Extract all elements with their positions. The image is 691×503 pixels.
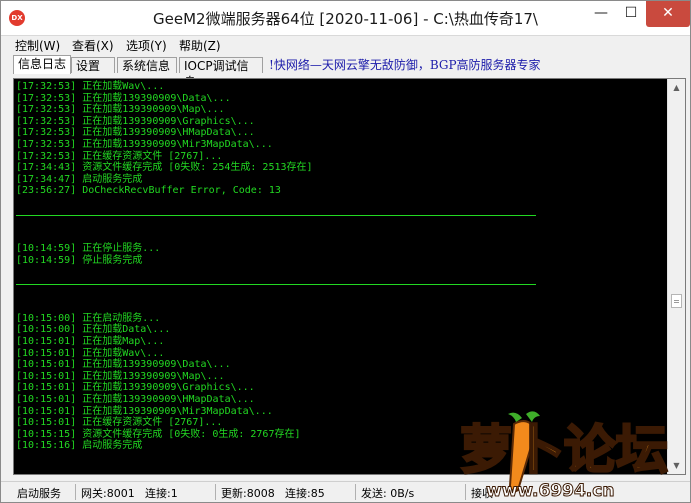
log-line: [10:15:01] 正在加载139390909\Data\... bbox=[16, 359, 231, 371]
log-line: [10:15:00] 正在加载Data\... bbox=[16, 324, 171, 336]
log-line: [10:15:00] 正在启动服务... bbox=[16, 312, 161, 324]
tab-strip: 信息日志 设置 系统信息 IOCP调试信息 !快网络—天网云擎无敌防御，BGP高… bbox=[1, 54, 690, 89]
menu-bar: 控制(W) 查看(X) 选项(Y) 帮助(Z) bbox=[1, 35, 690, 54]
watermark-logo: 萝卜论坛 www.6994.cn bbox=[459, 411, 669, 500]
log-line: [17:32:53] 正在加载Wav\... bbox=[16, 81, 165, 92]
status-gateway-connections: 连接:1 bbox=[145, 487, 178, 500]
log-separator bbox=[16, 278, 668, 290]
status-divider bbox=[215, 484, 216, 500]
title-bar[interactable]: DX GeeM2微端服务器64位 [2020-11-06] - C:\热血传奇1… bbox=[1, 1, 690, 35]
status-update: 更新:8008 bbox=[221, 487, 275, 500]
watermark-text: 萝卜论坛 bbox=[460, 421, 668, 481]
log-line: [10:15:01] 正在加载139390909\Map\... bbox=[16, 370, 225, 382]
menu-options[interactable]: 选项(Y) bbox=[126, 37, 167, 54]
status-send-rate: 发送: 0B/s bbox=[361, 487, 415, 500]
status-divider bbox=[75, 484, 76, 500]
log-line: [17:34:47] 启动服务完成 bbox=[16, 173, 143, 185]
log-line: [17:32:53] 正在加载139390909\Graphics\... bbox=[16, 115, 255, 127]
log-line: [23:56:27] DoCheckRecvBuffer Error, Code… bbox=[16, 185, 281, 197]
log-line: [10:14:59] 停止服务完成 bbox=[16, 254, 143, 266]
scroll-thumb[interactable] bbox=[671, 294, 682, 308]
log-line: [17:32:53] 正在缓存资源文件 [2767]... bbox=[16, 150, 223, 162]
status-service: 启动服务 bbox=[17, 487, 61, 500]
tab-iocp-debug[interactable]: IOCP调试信息 bbox=[179, 57, 263, 89]
minimize-button[interactable]: — bbox=[586, 1, 616, 27]
log-line: [17:32:53] 正在加载139390909\Mir3MapData\... bbox=[16, 138, 273, 150]
tab-settings[interactable]: 设置 bbox=[71, 57, 115, 73]
log-line: [10:15:01] 正在加载139390909\Graphics\... bbox=[16, 382, 255, 394]
menu-control[interactable]: 控制(W) bbox=[15, 37, 60, 54]
status-update-connections: 连接:85 bbox=[285, 487, 325, 500]
menu-help[interactable]: 帮助(Z) bbox=[179, 37, 221, 54]
status-divider bbox=[355, 484, 356, 500]
server-window: DX GeeM2微端服务器64位 [2020-11-06] - C:\热血传奇1… bbox=[0, 0, 691, 503]
log-line: [17:32:53] 正在加载139390909\Map\... bbox=[16, 104, 225, 116]
log-line: [17:32:53] 正在加载139390909\HMapData\... bbox=[16, 127, 255, 139]
menu-view[interactable]: 查看(X) bbox=[72, 37, 114, 54]
status-gateway: 网关:8001 bbox=[81, 487, 135, 500]
log-line: [17:34:43] 资源文件缓存完成 [0失败: 254生成: 2513存在] bbox=[16, 162, 313, 174]
tab-system-info[interactable]: 系统信息 bbox=[117, 57, 177, 73]
log-line: [10:15:01] 正在加载139390909\HMapData\... bbox=[16, 394, 255, 406]
maximize-button[interactable]: ☐ bbox=[616, 1, 646, 27]
log-line: [10:15:01] 正在加载Map\... bbox=[16, 336, 165, 348]
tab-info-log[interactable]: 信息日志 bbox=[13, 55, 71, 74]
log-separator bbox=[16, 209, 668, 221]
ad-banner-link[interactable]: !快网络—天网云擎无敌防御，BGP高防服务器专家 bbox=[269, 56, 541, 73]
log-lines: [17:32:53] 正在加载Wav\... [17:32:53] 正在加载139… bbox=[16, 81, 668, 452]
watermark-url: www.6994.cn bbox=[486, 481, 614, 500]
log-line: [10:15:01] 正在加载Wav\... bbox=[16, 347, 165, 359]
log-line: [17:32:53] 正在加载139390909\Data\... bbox=[16, 92, 231, 104]
log-line: [10:14:59] 正在停止服务... bbox=[16, 243, 161, 255]
close-button[interactable]: ✕ bbox=[646, 1, 690, 27]
scroll-up-icon[interactable]: ▲ bbox=[668, 79, 685, 96]
